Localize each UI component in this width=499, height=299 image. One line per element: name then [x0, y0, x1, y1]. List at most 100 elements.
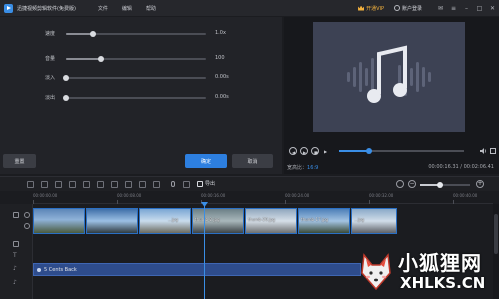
playhead[interactable] — [204, 204, 205, 299]
redo-icon[interactable] — [41, 181, 48, 188]
menu-bar: 文件 编辑 帮助 — [98, 5, 170, 12]
clip-label: thumb-2.jpg — [195, 217, 220, 222]
cancel-button[interactable]: 取消 — [232, 154, 273, 168]
microphone-icon[interactable] — [171, 181, 175, 187]
pip-track-icon — [13, 241, 19, 247]
clip-label: ...jpg — [168, 217, 179, 222]
speed-slider[interactable] — [66, 31, 206, 37]
vip-label: 开通VIP — [366, 5, 384, 12]
rotate-icon[interactable] — [97, 181, 104, 188]
clip-label: thumb-17.jpg — [301, 217, 329, 222]
ruler-tick — [453, 200, 454, 204]
volume-label: 音量 — [45, 56, 56, 62]
login-button[interactable]: 账户登录 — [393, 5, 422, 12]
video-clip[interactable]: ...jpg — [351, 208, 397, 234]
video-clip[interactable]: thumb-2.jpg — [192, 208, 244, 234]
video-clip[interactable]: thumb-17.jpg — [298, 208, 350, 234]
menu-icon[interactable]: ≡ — [447, 5, 460, 12]
menu-help[interactable]: 帮助 — [146, 5, 156, 12]
music-clip[interactable]: 5 Cents Back — [33, 263, 361, 276]
fade-in-slider-handle[interactable] — [63, 75, 69, 81]
ruler-tick — [369, 200, 370, 204]
watermark-title: 小狐狸网 — [398, 251, 482, 275]
video-preview[interactable] — [313, 22, 465, 132]
video-clip[interactable]: thumb-20.jpg — [245, 208, 297, 234]
lock-icon[interactable] — [24, 212, 30, 218]
video-track-header — [0, 204, 33, 238]
playback-progress-bar[interactable] — [339, 148, 464, 154]
fit-icon[interactable] — [396, 180, 404, 188]
zoom-slider[interactable] — [420, 182, 470, 188]
mosaic-icon[interactable] — [153, 181, 160, 188]
menu-file[interactable]: 文件 — [98, 5, 108, 12]
freeze-icon[interactable] — [139, 181, 146, 188]
ok-button[interactable]: 确定 — [185, 154, 227, 168]
crown-icon — [358, 5, 365, 11]
fox-logo-icon — [361, 253, 391, 291]
minimize-icon[interactable]: – — [460, 5, 473, 12]
maximize-icon[interactable]: □ — [473, 5, 486, 12]
music-track-icon: ♪ — [13, 265, 17, 272]
audio-waveform-icon — [347, 45, 431, 103]
previous-icon[interactable]: ◀ — [289, 147, 297, 155]
music-note-icon — [37, 268, 41, 272]
fade-out-slider[interactable] — [63, 95, 206, 101]
crop-icon[interactable] — [83, 181, 90, 188]
user-icon — [393, 5, 400, 11]
zoom-in-icon[interactable]: + — [476, 180, 484, 188]
fade-out-value: 0.00s — [215, 94, 229, 100]
video-clip[interactable] — [33, 208, 85, 234]
timecode: 00:00:16.31 / 00:02:06.41 — [428, 164, 494, 170]
volume-slider-fill — [66, 58, 101, 60]
speed-slider-fill — [66, 33, 93, 35]
menu-edit[interactable]: 编辑 — [122, 5, 132, 12]
fade-out-slider-handle[interactable] — [63, 95, 69, 101]
fade-in-label: 淡入 — [45, 75, 56, 81]
speed-slider-handle[interactable] — [89, 31, 96, 37]
title-bar: 迅捷视频剪辑软件(免费版) 文件 编辑 帮助 开通VIP 账户登录 ✉ ≡ – … — [0, 0, 499, 16]
volume-slider[interactable] — [66, 56, 206, 62]
video-clip[interactable]: ...jpg — [139, 208, 191, 234]
volume-icon[interactable] — [480, 148, 487, 154]
feedback-icon[interactable]: ✉ — [434, 5, 447, 12]
export-label: 导出 — [205, 181, 216, 187]
aspect-ratio[interactable]: 宽高比：16:9 — [287, 164, 318, 171]
split-icon[interactable] — [55, 181, 62, 188]
fade-in-slider[interactable] — [63, 75, 206, 81]
music-clip-label: 5 Cents Back — [44, 267, 77, 273]
vip-button[interactable]: 开通VIP — [358, 5, 384, 12]
watermark-url: XHLKS.CN — [400, 274, 486, 292]
zoom-out-icon[interactable]: − — [408, 180, 416, 188]
reset-button[interactable]: 重置 — [3, 154, 36, 168]
snapshot-icon[interactable] — [183, 181, 190, 188]
ruler-tick — [285, 200, 286, 204]
ruler-label: 00:00:16.00 — [201, 193, 226, 198]
volume-row: 音量 100 — [0, 54, 282, 64]
video-clip[interactable] — [86, 208, 138, 234]
zoom-slider-handle[interactable] — [437, 182, 443, 188]
fullscreen-icon[interactable] — [490, 148, 496, 154]
aspect-ratio-label: 宽高比： — [287, 165, 308, 171]
speed-row: 速度 1.0x — [0, 29, 282, 39]
watermark: 小狐狸网 XHLKS.CN — [352, 247, 499, 299]
time-ruler[interactable]: 00:00:00.00 00:00:08.00 00:00:16.00 00:0… — [33, 192, 493, 204]
playback-progress-handle[interactable] — [366, 148, 372, 154]
play-icon[interactable]: ▶ — [300, 147, 308, 155]
text-track-icon: T — [13, 252, 17, 259]
app-title: 迅捷视频剪辑软件(免费版) — [17, 5, 76, 12]
undo-icon[interactable] — [27, 181, 34, 188]
fade-out-row: 淡出 0.00s — [0, 93, 282, 103]
eye-icon[interactable] — [24, 223, 30, 229]
delete-icon[interactable] — [69, 181, 76, 188]
playback-controls: ◀ ▶ ■ ▶ — [284, 146, 499, 158]
close-icon[interactable]: ✕ — [486, 5, 499, 12]
voice-track-icon: ♪ — [13, 279, 17, 286]
music-clip-title: 5 Cents Back — [37, 267, 77, 273]
flip-icon[interactable] — [111, 181, 118, 188]
speed-icon[interactable] — [125, 181, 132, 188]
next-icon[interactable]: ▶ — [322, 147, 330, 155]
volume-slider-handle[interactable] — [98, 56, 104, 62]
export-button[interactable]: 导出 — [197, 180, 215, 187]
music-track-header: ♪ — [0, 262, 33, 276]
stop-icon[interactable]: ■ — [311, 147, 319, 155]
